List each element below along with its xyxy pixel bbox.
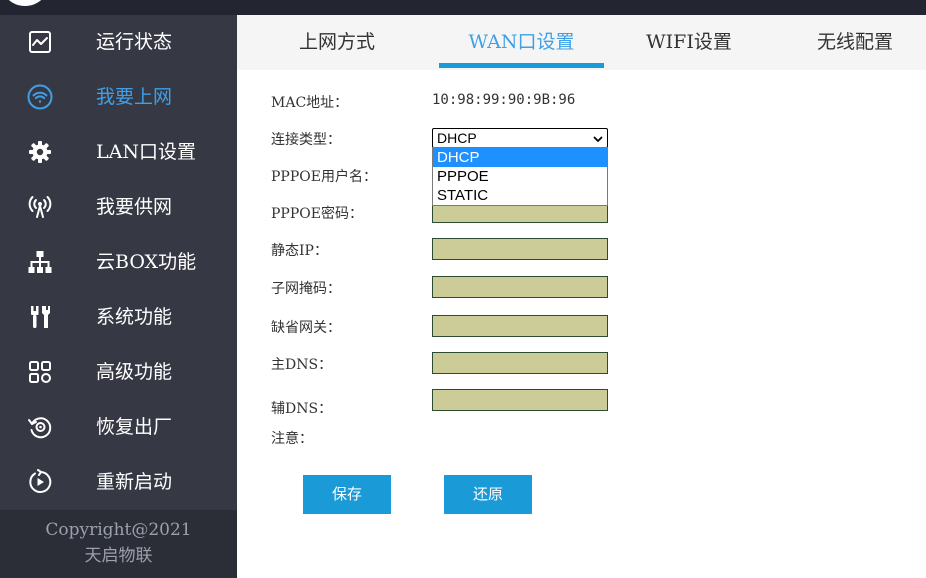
network-tree-icon xyxy=(27,249,53,275)
sidebar-item-cloud-box[interactable]: 云BOX功能 xyxy=(0,235,237,290)
sidebar-item-label: 高级功能 xyxy=(96,361,173,383)
tab-bar: 上网方式 WAN口设置 WIFI设置 无线配置 xyxy=(237,15,926,70)
sidebar-item-label: 我要上网 xyxy=(96,86,173,108)
sidebar-item-label: 重新启动 xyxy=(96,471,173,493)
gear-icon xyxy=(27,139,53,165)
sidebar-item-label: 系统功能 xyxy=(96,306,173,328)
sidebar: 运行状态 我要上网 LAN口设置 我要供网 云BOX功能 系统功能 高级功能 恢… xyxy=(0,15,237,578)
static-ip-label: 静态IP： xyxy=(271,243,328,259)
primary-dns-label: 主DNS： xyxy=(271,357,333,373)
company-name: 天启物联 xyxy=(84,546,153,566)
mac-address-value: 10:98:99:90:9B:96 xyxy=(432,92,576,108)
broadcast-antenna-icon xyxy=(27,194,53,220)
secondary-dns-label: 辅DNS： xyxy=(271,401,333,417)
save-button[interactable]: 保存 xyxy=(303,475,391,514)
grid-apps-icon xyxy=(27,359,53,385)
sidebar-item-advanced[interactable]: 高级功能 xyxy=(0,345,237,400)
sidebar-footer: Copyright@2021 天启物联 xyxy=(0,510,237,578)
tab-wifi-settings[interactable]: WIFI设置 xyxy=(609,15,769,70)
copyright-text: Copyright@2021 xyxy=(45,520,192,540)
pppoe-username-label: PPPOE用户名： xyxy=(271,169,377,185)
sidebar-item-provide-network[interactable]: 我要供网 xyxy=(0,180,237,235)
sidebar-item-label: 运行状态 xyxy=(96,31,173,53)
mac-address-label: MAC地址： xyxy=(271,95,349,111)
restore-button[interactable]: 还原 xyxy=(444,475,532,514)
connection-type-selected-value: DHCP xyxy=(437,130,477,146)
monitor-chart-icon xyxy=(27,29,53,55)
sidebar-item-label: LAN口设置 xyxy=(96,141,196,163)
pppoe-password-label: PPPOE密码： xyxy=(271,206,363,222)
subnet-mask-input[interactable] xyxy=(432,276,608,298)
sidebar-item-status[interactable]: 运行状态 xyxy=(0,15,237,70)
wifi-icon xyxy=(27,84,53,110)
secondary-dns-input[interactable] xyxy=(432,389,608,411)
active-tab-indicator xyxy=(439,63,604,68)
subnet-mask-label: 子网掩码： xyxy=(271,281,341,297)
connection-type-dropdown: DHCP PPPOE STATIC xyxy=(432,147,608,206)
sidebar-item-lan[interactable]: LAN口设置 xyxy=(0,125,237,180)
sidebar-item-factory-reset[interactable]: 恢复出厂 xyxy=(0,400,237,455)
logo xyxy=(0,0,50,6)
connection-type-select[interactable]: DHCP xyxy=(432,128,608,148)
tools-icon xyxy=(27,304,53,330)
tab-wan-settings[interactable]: WAN口设置 xyxy=(439,15,604,70)
chevron-down-icon xyxy=(592,132,604,144)
sidebar-item-reboot[interactable]: 重新启动 xyxy=(0,455,237,510)
static-ip-input[interactable] xyxy=(432,238,608,260)
restart-icon xyxy=(27,469,53,495)
sidebar-item-label: 恢复出厂 xyxy=(96,416,173,438)
restore-icon xyxy=(27,414,53,440)
note-label: 注意： xyxy=(271,431,313,447)
sidebar-item-system[interactable]: 系统功能 xyxy=(0,290,237,345)
sidebar-item-internet[interactable]: 我要上网 xyxy=(0,70,237,125)
tab-internet-mode[interactable]: 上网方式 xyxy=(257,15,417,70)
default-gateway-input[interactable] xyxy=(432,315,608,337)
connection-type-label: 连接类型： xyxy=(271,132,341,148)
dropdown-option-dhcp[interactable]: DHCP xyxy=(433,148,607,167)
dropdown-option-pppoe[interactable]: PPPOE xyxy=(433,167,607,186)
dropdown-option-static[interactable]: STATIC xyxy=(433,186,607,205)
default-gateway-label: 缺省网关： xyxy=(271,320,341,336)
top-header-bar xyxy=(0,0,926,15)
primary-dns-input[interactable] xyxy=(432,352,608,374)
sidebar-item-label: 云BOX功能 xyxy=(96,251,197,273)
tab-wireless-config[interactable]: 无线配置 xyxy=(775,15,926,70)
sidebar-item-label: 我要供网 xyxy=(96,196,173,218)
